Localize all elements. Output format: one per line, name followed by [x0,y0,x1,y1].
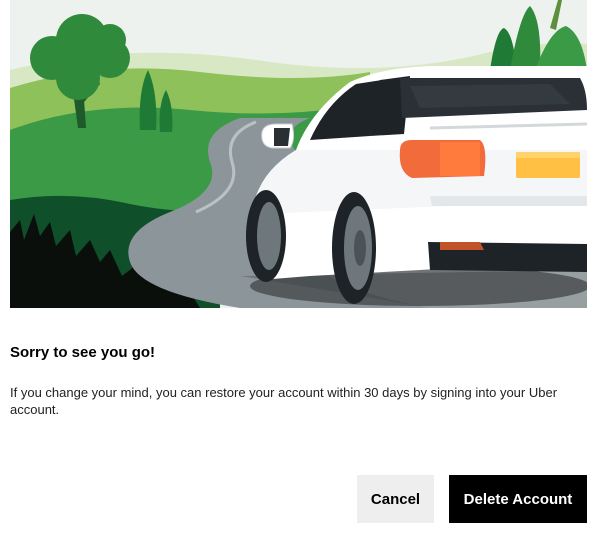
farewell-illustration [10,0,587,308]
dialog-title: Sorry to see you go! [10,344,156,361]
cancel-button[interactable]: Cancel [357,475,434,523]
car-on-road-image [10,0,587,308]
dialog-message: If you change your mind, you can restore… [10,385,558,417]
delete-account-button[interactable]: Delete Account [449,475,587,523]
